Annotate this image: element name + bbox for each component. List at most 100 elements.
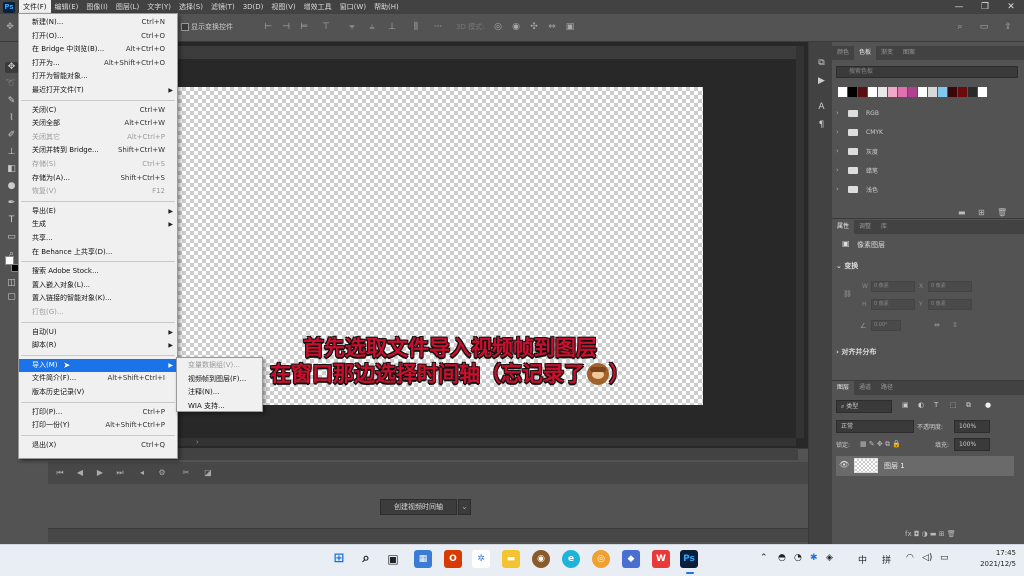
widgets-icon[interactable]: ▦: [414, 550, 432, 568]
align-center-h-icon[interactable]: ⊣: [280, 22, 292, 32]
file-menu-item[interactable]: 存储为(A)... Shift+Ctrl+S: [19, 172, 177, 185]
file-menu-item[interactable]: 打开为... Alt+Shift+Ctrl+O: [19, 57, 177, 70]
type-tool-icon[interactable]: T: [5, 215, 18, 226]
menu-3d[interactable]: 3D(D): [239, 0, 268, 14]
file-menu-item[interactable]: 关闭并转到 Bridge... Shift+Ctrl+W: [19, 144, 177, 157]
align-left-icon[interactable]: ⊢: [262, 22, 274, 32]
character-icon[interactable]: A: [816, 102, 827, 113]
swatch-group-light[interactable]: › 浅色: [836, 180, 1012, 198]
file-menu-item[interactable]: 文件简介(F)... Alt+Shift+Ctrl+I: [19, 372, 177, 385]
next-frame-icon[interactable]: ⏭: [114, 467, 126, 479]
y-input[interactable]: 0 像素: [928, 299, 972, 310]
workspace-icon[interactable]: ▭: [978, 22, 990, 32]
color-swatch[interactable]: [868, 87, 877, 97]
eyedropper-tool-icon[interactable]: ⌇: [5, 113, 18, 124]
distribute-center-icon[interactable]: ⫨: [366, 22, 378, 32]
paragraph-icon[interactable]: ¶: [816, 120, 827, 131]
file-menu-item[interactable]: 关闭(C) Ctrl+W: [19, 104, 177, 117]
file-menu-item[interactable]: 打印(P)... Ctrl+P: [19, 406, 177, 419]
swatch-group-rgb[interactable]: › RGB: [836, 104, 1012, 122]
tab-libraries[interactable]: 库: [876, 220, 892, 234]
file-menu-item[interactable]: 搜索 Adobe Stock...: [19, 265, 177, 278]
swatch-group-pastel[interactable]: › 蜡笔: [836, 161, 1012, 179]
file-menu-item[interactable]: 导入(M) ▶: [19, 358, 177, 372]
align-section-header[interactable]: › 对齐并分布: [836, 347, 876, 357]
app-icon[interactable]: ◆: [622, 550, 640, 568]
height-input[interactable]: 0 像素: [871, 299, 915, 310]
network-app-icon[interactable]: ✲: [472, 550, 490, 568]
tab-gradients[interactable]: 渐变: [876, 46, 898, 60]
scale-3d-icon[interactable]: ▣: [564, 22, 576, 32]
width-input[interactable]: 0 像素: [871, 281, 915, 292]
import-submenu-item[interactable]: 变量数据组(V)...: [177, 359, 262, 372]
file-menu-item[interactable]: 存储(S) Ctrl+S: [19, 158, 177, 171]
tray-app-icon[interactable]: ◓: [778, 553, 786, 563]
pen-tool-icon[interactable]: ✒: [5, 198, 18, 209]
file-menu-item[interactable]: 恢复(V) F12: [19, 185, 177, 198]
file-menu-item[interactable]: 导出(E) ▶: [19, 205, 177, 218]
menu-select[interactable]: 选择(S): [175, 0, 207, 14]
file-menu-item[interactable]: 打开为智能对象...: [19, 70, 177, 83]
color-swatch[interactable]: [958, 87, 967, 97]
file-menu-item[interactable]: 版本历史记录(V): [19, 386, 177, 399]
create-video-timeline-button[interactable]: 创建视频时间轴: [380, 499, 457, 515]
search-icon[interactable]: ⌕: [357, 550, 375, 568]
x-input[interactable]: 0 像素: [928, 281, 972, 292]
lasso-tool-icon[interactable]: ➰: [5, 79, 18, 90]
play-icon[interactable]: ▶: [94, 467, 106, 479]
system-clock[interactable]: 17:45 2021/12/5: [960, 548, 1016, 570]
layer-kind-filter[interactable]: ⌕ 类型: [836, 400, 892, 413]
file-menu-item[interactable]: 置入链接的智能对象(K)...: [19, 292, 177, 305]
first-frame-icon[interactable]: ⏮: [54, 467, 66, 479]
color-swatch[interactable]: [898, 87, 907, 97]
color-swatch[interactable]: [948, 87, 957, 97]
new-group-icon[interactable]: ▬: [958, 208, 966, 217]
tab-color[interactable]: 颜色: [832, 46, 854, 60]
timeline-mode-dropdown[interactable]: ⌄: [458, 499, 471, 515]
flip-vertical-icon[interactable]: ⇳: [952, 321, 958, 329]
orbit-3d-icon[interactable]: ◎: [492, 22, 504, 32]
visibility-eye-icon[interactable]: 👁: [839, 460, 849, 469]
restore-icon[interactable]: ❐: [972, 0, 998, 14]
fill-input[interactable]: 100%: [954, 438, 990, 451]
file-menu-item[interactable]: 关闭其它 Alt+Ctrl+P: [19, 131, 177, 144]
color-swatch[interactable]: [918, 87, 927, 97]
ime-mode[interactable]: 拼: [882, 553, 891, 566]
trash-icon[interactable]: 🗑: [997, 208, 1007, 217]
layers-footer-icons[interactable]: fx ◘ ◑ ▬ ⊞ 🗑: [905, 530, 956, 538]
filter-smart-icon[interactable]: ⧉: [966, 401, 971, 410]
color-swatch[interactable]: [938, 87, 947, 97]
minimize-icon[interactable]: —: [946, 0, 972, 14]
office-icon[interactable]: O: [444, 550, 462, 568]
menu-layer[interactable]: 图层(L): [112, 0, 143, 14]
history-icon[interactable]: ⧉: [816, 58, 827, 69]
move-tool-icon[interactable]: ✥: [5, 62, 18, 73]
file-menu-item[interactable]: 打印一份(Y) Alt+Shift+Ctrl+P: [19, 419, 177, 432]
audio-icon[interactable]: ◂: [136, 467, 148, 479]
layer-name[interactable]: 图层 1: [884, 461, 905, 471]
close-icon[interactable]: ✕: [998, 0, 1024, 14]
file-menu-item[interactable]: 在 Behance 上共享(D)...: [19, 246, 177, 259]
color-swatch[interactable]: [838, 87, 847, 97]
quick-select-tool-icon[interactable]: ✎: [5, 96, 18, 107]
file-menu-item[interactable]: 关闭全部 Alt+Ctrl+W: [19, 117, 177, 130]
file-menu-item[interactable]: 退出(X) Ctrl+Q: [19, 439, 177, 452]
color-swatch[interactable]: [968, 87, 977, 97]
tab-properties[interactable]: 属性: [832, 220, 855, 234]
menu-type[interactable]: 文字(Y): [143, 0, 175, 14]
eraser-tool-icon[interactable]: ◧: [5, 164, 18, 175]
import-submenu-item[interactable]: WIA 支持...: [177, 400, 262, 413]
ime-language[interactable]: 中: [858, 553, 867, 566]
tray-app2-icon[interactable]: ◔: [794, 553, 802, 563]
battery-icon[interactable]: ▭: [940, 553, 949, 563]
tray-app3-icon[interactable]: ◈: [826, 553, 833, 563]
import-submenu-item[interactable]: 注释(N)...: [177, 386, 262, 399]
file-menu-item[interactable]: 打开(O)... Ctrl+O: [19, 30, 177, 43]
filter-pixel-icon[interactable]: ▣: [902, 401, 909, 409]
filter-shape-icon[interactable]: ⬚: [950, 401, 957, 409]
shape-tool-icon[interactable]: ▭: [5, 232, 18, 243]
flip-horizontal-icon[interactable]: ⇹: [934, 321, 940, 329]
swatch-group-grayscale[interactable]: › 灰度: [836, 142, 1012, 160]
quick-mask-icon[interactable]: ◫: [5, 278, 18, 289]
color-swatch[interactable]: [908, 87, 917, 97]
